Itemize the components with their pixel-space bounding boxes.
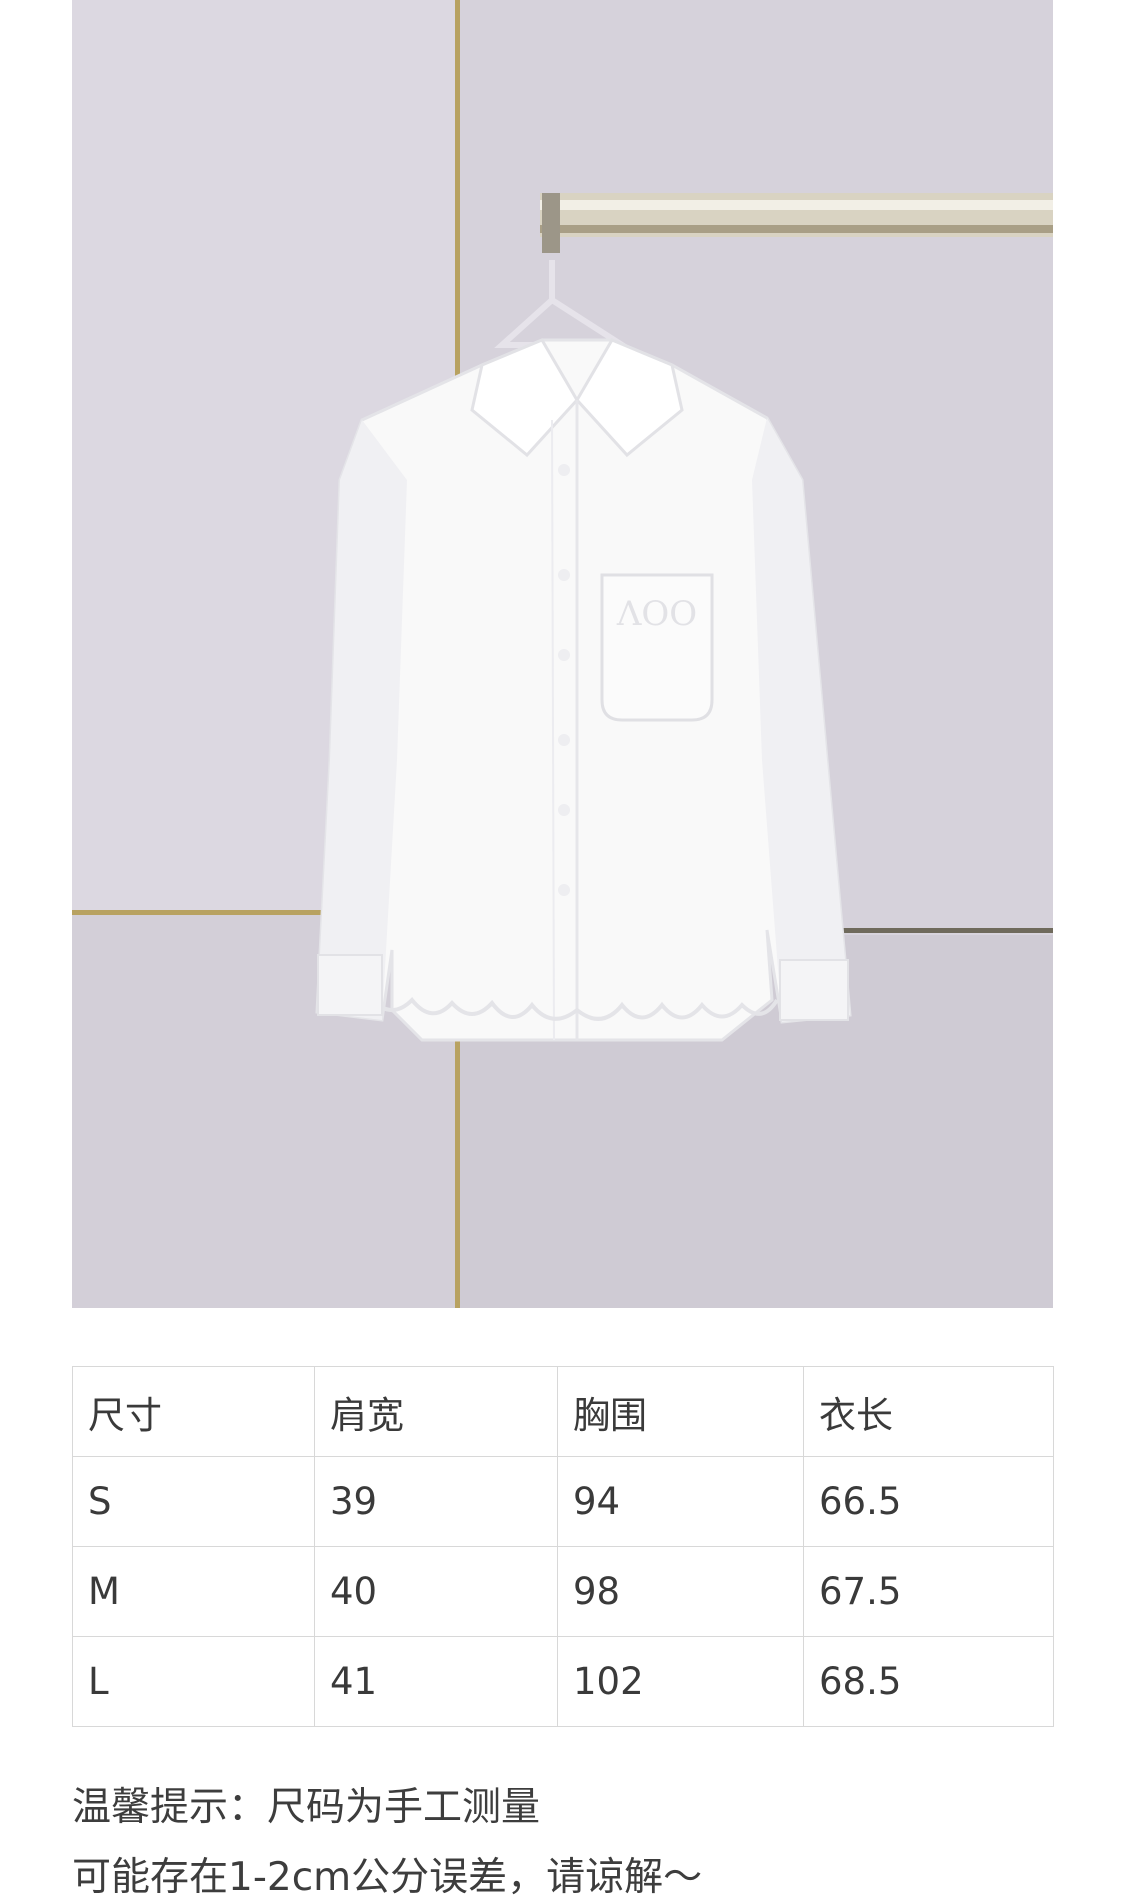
table-row: S 39 94 66.5 [72, 1456, 1054, 1547]
table-header-row: 尺寸 肩宽 胸围 衣长 [72, 1366, 1054, 1457]
cell-size: L [72, 1636, 315, 1727]
table-row: M 40 98 67.5 [72, 1546, 1054, 1637]
cell-shoulder-width: 41 [314, 1636, 558, 1727]
table-row: L 41 102 68.5 [72, 1636, 1054, 1727]
cell-length: 68.5 [803, 1636, 1054, 1727]
header-chest: 胸围 [557, 1366, 804, 1457]
size-table: 尺寸 肩宽 胸围 衣长 S 39 94 66.5 M 40 98 67.5 L … [72, 1366, 1054, 1727]
cell-length: 67.5 [803, 1546, 1054, 1637]
header-length: 衣长 [803, 1366, 1054, 1457]
cell-shoulder-width: 40 [314, 1546, 558, 1637]
cell-size: S [72, 1456, 315, 1547]
measurement-note: 温馨提示：尺码为手工测量 [72, 1785, 541, 1830]
svg-text:ΛΟΟ: ΛΟΟ [616, 594, 697, 634]
cell-chest: 102 [557, 1636, 804, 1727]
cell-shoulder-width: 39 [314, 1456, 558, 1547]
cell-chest: 94 [557, 1456, 804, 1547]
product-photo: ΛΟΟ [72, 0, 1053, 1308]
cell-size: M [72, 1546, 315, 1637]
header-size: 尺寸 [72, 1366, 315, 1457]
cell-length: 66.5 [803, 1456, 1054, 1547]
white-shirt-photo-icon: ΛΟΟ [72, 0, 1053, 1308]
cell-chest: 98 [557, 1546, 804, 1637]
header-shoulder-width: 肩宽 [314, 1366, 558, 1457]
